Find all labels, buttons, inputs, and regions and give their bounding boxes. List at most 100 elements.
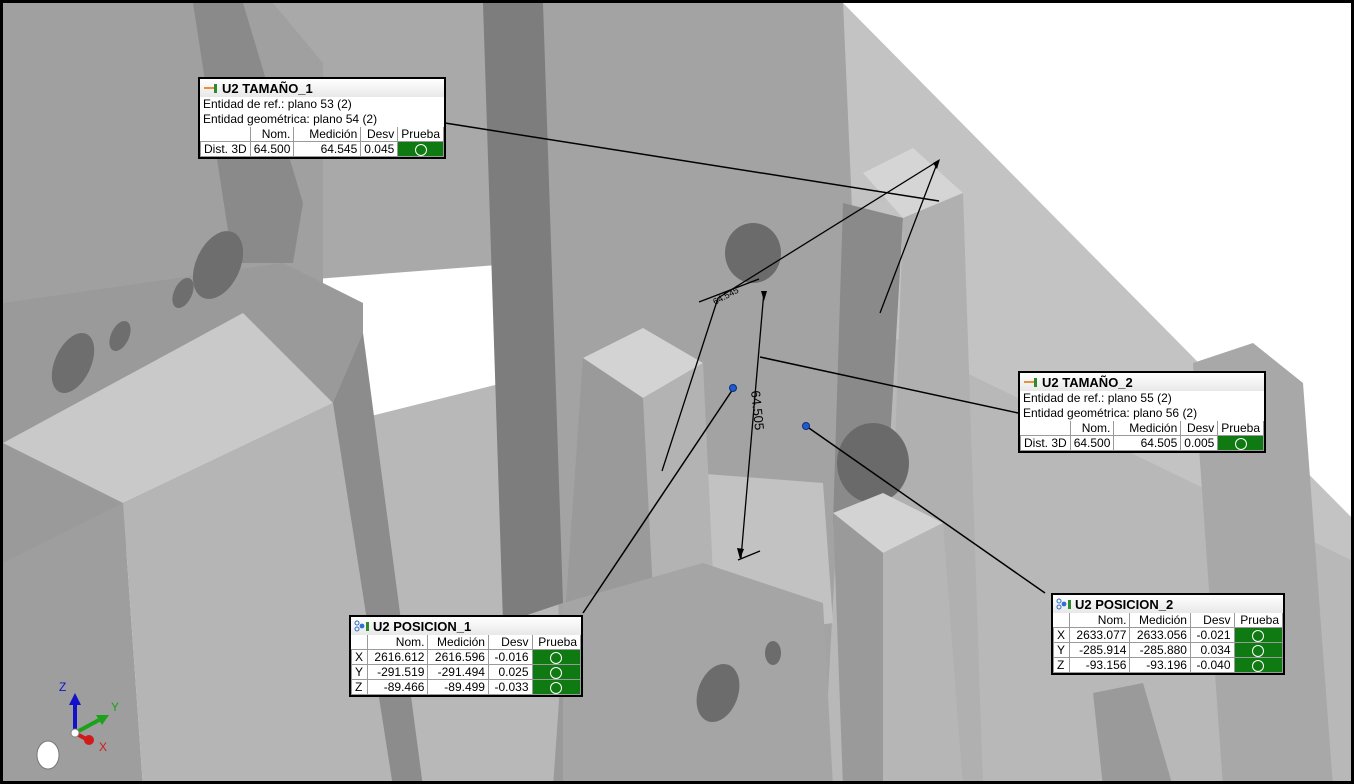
cell-measure: 2616.596	[427, 649, 489, 665]
table-row: Z -93.156 -93.196 -0.040	[1053, 657, 1283, 673]
callout-header: U2 TAMAÑO_2	[1020, 373, 1264, 391]
pass-indicator	[531, 664, 581, 680]
callout-table: Nom. Medición Desv Prueba Dist. 3D 64.50…	[1020, 421, 1264, 451]
hole	[36, 740, 60, 770]
table-row: Z -89.466 -89.499 -0.033	[351, 679, 581, 695]
hole	[725, 223, 781, 283]
cell-measure: -93.196	[1129, 657, 1191, 673]
cell-dev: -0.021	[1189, 627, 1235, 643]
callout-header: U2 POSICION_2	[1053, 595, 1283, 613]
measure-point-2	[802, 422, 810, 430]
cell-measure: -89.499	[427, 679, 489, 695]
cell-measure: -285.880	[1129, 642, 1191, 658]
pass-circle-icon	[550, 651, 563, 664]
table-row: Y -291.519 -291.494 0.025	[351, 664, 581, 680]
col-test: Prueba	[531, 635, 581, 650]
pass-circle-icon	[1252, 629, 1265, 642]
col-test: Prueba	[1233, 613, 1283, 628]
pass-circle-icon	[1252, 644, 1265, 657]
cell-dev: 0.034	[1189, 642, 1235, 658]
pass-indicator	[1217, 435, 1264, 451]
hole	[765, 641, 781, 665]
col-measure: Medición	[293, 127, 362, 142]
row-label: Z	[351, 679, 368, 695]
geom-entity-text: Entidad geométrica: plano 54 (2)	[203, 112, 378, 126]
pass-indicator	[531, 649, 581, 665]
pass-indicator	[1233, 627, 1283, 643]
pass-circle-icon	[1234, 437, 1247, 450]
pass-circle-icon	[550, 681, 563, 694]
row-label: Dist. 3D	[1020, 435, 1071, 451]
callout-title: U2 TAMAÑO_1	[222, 80, 313, 96]
row-label: Dist. 3D	[200, 141, 251, 157]
lower-plate	[563, 563, 833, 781]
col-nom: Nom.	[249, 127, 295, 142]
position-icon	[1056, 598, 1071, 610]
col-dev: Desv	[487, 635, 533, 650]
size-dimension-icon	[204, 84, 217, 93]
geom-entity-text: Entidad geométrica: plano 56 (2)	[1023, 406, 1198, 420]
cell-dev: 0.005	[1180, 435, 1219, 451]
cell-measure: 64.545	[293, 141, 362, 157]
ref-entity-text: Entidad de ref.: plano 53 (2)	[203, 97, 352, 111]
col-test: Prueba	[1217, 421, 1264, 436]
measure-point-1	[729, 384, 737, 392]
size-dimension-icon	[1024, 378, 1037, 387]
ref-entity-text: Entidad de ref.: plano 55 (2)	[1023, 391, 1172, 405]
axis-y-label: Y	[111, 700, 119, 714]
row-label: X	[1053, 627, 1070, 643]
pass-circle-icon	[414, 143, 427, 156]
col-nom: Nom.	[1068, 613, 1131, 628]
axis-x-label: X	[99, 740, 107, 754]
pass-indicator	[397, 141, 444, 157]
col-measure: Medición	[1129, 613, 1191, 628]
callout-table: Nom. Medición Desv Prueba X 2616.612 261…	[351, 635, 581, 695]
cell-dev: -0.033	[487, 679, 533, 695]
col-nom: Nom.	[366, 635, 429, 650]
pass-indicator	[1233, 657, 1283, 673]
pass-circle-icon	[1252, 659, 1265, 672]
pass-indicator	[531, 679, 581, 695]
col-dev: Desv	[1180, 421, 1219, 436]
axis-z-label: Z	[59, 680, 66, 694]
cell-nom: 64.500	[249, 141, 295, 157]
cell-nom: -285.914	[1068, 642, 1131, 658]
3d-viewport[interactable]: 64.505 64.545 Z Y X U2 TAMAÑO_1 Entidad …	[0, 0, 1354, 784]
callout-title: U2 POSICION_1	[373, 618, 472, 634]
cell-dev: 0.045	[360, 141, 399, 157]
table-row: Dist. 3D 64.500 64.545 0.045	[200, 141, 444, 157]
col-nom: Nom.	[1069, 421, 1115, 436]
pass-circle-icon	[550, 666, 563, 679]
cell-dev: -0.016	[487, 649, 533, 665]
callout-header: U2 TAMAÑO_1	[200, 79, 444, 97]
table-row: X 2616.612 2616.596 -0.016	[351, 649, 581, 665]
col-measure: Medición	[427, 635, 489, 650]
size-callout-2[interactable]: U2 TAMAÑO_2 Entidad de ref.: plano 55 (2…	[1018, 371, 1266, 453]
cell-measure: -291.494	[427, 664, 489, 680]
cell-measure: 2633.056	[1129, 627, 1191, 643]
cell-measure: 64.505	[1113, 435, 1182, 451]
col-measure: Medición	[1113, 421, 1182, 436]
cell-nom: 2633.077	[1068, 627, 1131, 643]
cell-dev: -0.040	[1189, 657, 1235, 673]
cell-nom: -89.466	[366, 679, 429, 695]
cell-nom: 64.500	[1069, 435, 1115, 451]
position-callout-1[interactable]: U2 POSICION_1 Nom. Medición Desv Prueba …	[349, 615, 583, 697]
callout-title: U2 POSICION_2	[1075, 596, 1174, 612]
position-callout-2[interactable]: U2 POSICION_2 Nom. Medición Desv Prueba …	[1051, 593, 1285, 675]
size-callout-1[interactable]: U2 TAMAÑO_1 Entidad de ref.: plano 53 (2…	[198, 77, 446, 159]
row-label: Z	[1053, 657, 1070, 673]
cell-nom: -291.519	[366, 664, 429, 680]
table-row: X 2633.077 2633.056 -0.021	[1053, 627, 1283, 643]
pass-indicator	[1233, 642, 1283, 658]
col-dev: Desv	[360, 127, 399, 142]
table-row: Dist. 3D 64.500 64.505 0.005	[1020, 435, 1264, 451]
col-dev: Desv	[1189, 613, 1235, 628]
row-label: Y	[351, 664, 368, 680]
cell-dev: 0.025	[487, 664, 533, 680]
row-label: Y	[1053, 642, 1070, 658]
position-icon	[354, 620, 369, 632]
cell-nom: 2616.612	[366, 649, 429, 665]
callout-title: U2 TAMAÑO_2	[1042, 374, 1133, 390]
callout-table: Nom. Medición Desv Prueba Dist. 3D 64.50…	[200, 127, 444, 157]
